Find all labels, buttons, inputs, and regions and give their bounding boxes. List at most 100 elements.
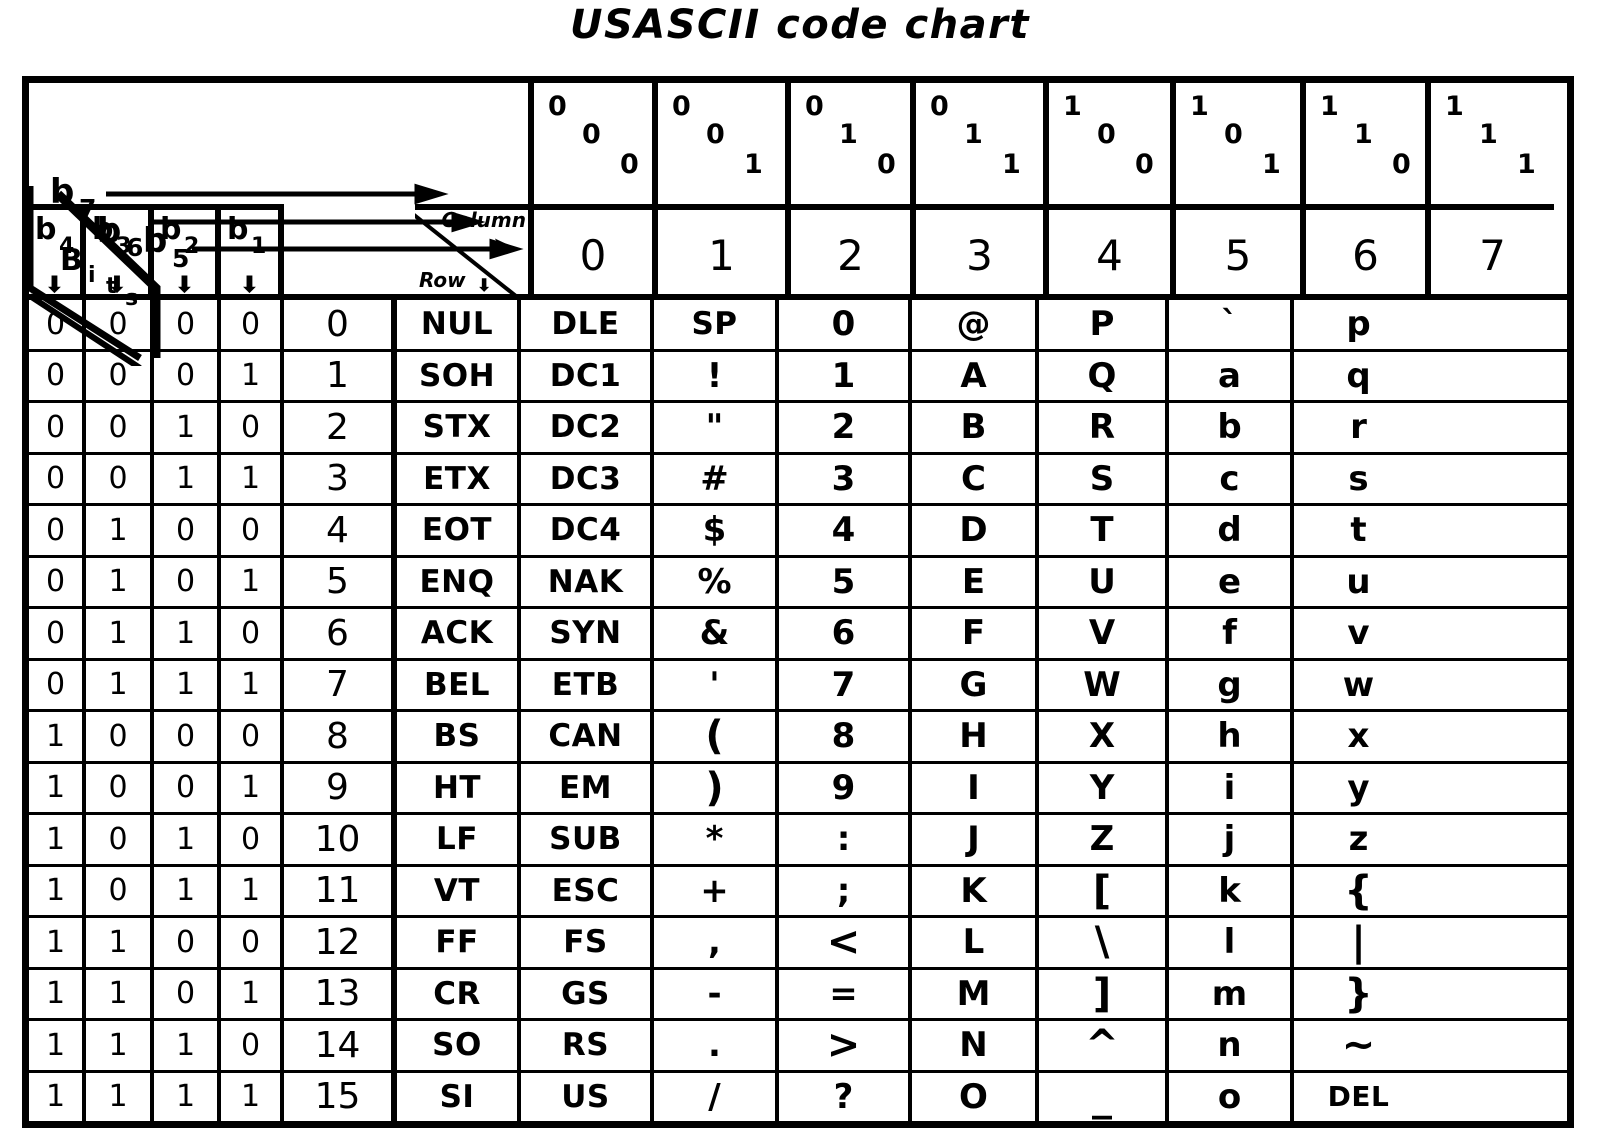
column-bit-b6: 0 (1224, 119, 1243, 150)
down-arrow-icon: ⬇ (175, 272, 194, 297)
ascii-cell: C (912, 454, 1039, 503)
table-row: 1 0 0 1 9 HT EM) 9 I Yi y (29, 763, 1567, 815)
ascii-cell: % (654, 557, 779, 606)
row-bit-value-b2: 1 (154, 1021, 221, 1070)
ascii-cell: e (1169, 557, 1294, 606)
ascii-cell: z (1348, 819, 1369, 860)
column-bitpattern-cell: 000 (528, 83, 652, 204)
row-number-cell: 4 (284, 506, 397, 555)
row-bit-value-b3: 0 (86, 351, 154, 400)
column-number-cell: 3 (910, 210, 1043, 300)
row-number-cell: 14 (284, 1021, 397, 1070)
row-bit-value-b2: 1 (154, 609, 221, 658)
table-row: 1 0 1 1 11 VT ESC +; K[k{ (29, 866, 1567, 918)
column-row-corner-cell: Column ➤ Row ⬇ (415, 204, 528, 294)
row-bit-value-b1: 1 (221, 1072, 284, 1121)
ascii-cell: NAK (521, 557, 654, 606)
row-bit-value-b3: 1 (86, 506, 154, 555)
ascii-cell: G (912, 660, 1039, 709)
ascii-cell: A (912, 351, 1039, 400)
ascii-cell: c (1169, 454, 1294, 503)
table-row: 0 0 0 0 0 NUL DLE SP 0 @ P ` p (29, 300, 1567, 352)
row-bit-subscript: 2 (184, 234, 200, 259)
column-bit-b7: 1 (1320, 91, 1339, 122)
row-bit-value-b1: 0 (221, 506, 284, 555)
column-bit-b5: 0 (620, 149, 639, 180)
column-number-cell: 1 (652, 210, 785, 300)
row-bit-value-b2: 1 (154, 454, 221, 503)
ascii-cell: 4 (779, 506, 912, 555)
row-number-cell: 1 (284, 351, 397, 400)
ascii-cell: H (912, 712, 1039, 761)
ascii-cell: @ (912, 300, 1039, 349)
ascii-cell: K (912, 866, 1039, 915)
column-bitpattern-cell: 110 (1300, 83, 1425, 204)
ascii-cell: CAN (521, 712, 654, 761)
column-number-cell: 2 (785, 210, 910, 300)
down-arrow-icon: ⬇ (107, 272, 127, 297)
ascii-cell: ` (1169, 300, 1294, 349)
row-bit-value-b3: 1 (86, 969, 154, 1018)
column-number-cell: 0 (528, 210, 652, 300)
row-number-cell: 5 (284, 557, 397, 606)
row-bit-header-b3: b 3 ⬇ (86, 210, 154, 300)
row-bit-value-b1: 1 (221, 351, 284, 400)
table-row: 1 0 0 0 8 BS CAN(8 H Xh x (29, 712, 1567, 764)
column-bit-b6: 1 (1479, 119, 1498, 150)
table-row: 0 0 1 0 2 STX DC2 " 2 B Rb r (29, 403, 1567, 455)
ascii-cell: Q (1039, 351, 1169, 400)
row-bit-value-b4: 1 (29, 815, 86, 864)
ascii-cell: Z (1039, 815, 1169, 864)
ascii-cell: FF (397, 918, 521, 967)
ascii-cell: SOH (397, 351, 521, 400)
ascii-cell: g (1169, 660, 1294, 709)
table-row: 1 1 1 1 15 SI US /? O _ o DEL (29, 1072, 1567, 1121)
column-bitpattern-header: 000001010011100101110111 (528, 83, 1554, 204)
column-bit-b6: 1 (839, 119, 858, 150)
row-bit-value-b3: 0 (86, 866, 154, 915)
down-arrow-icon: ⬇ (240, 272, 259, 297)
table-border-bottom (22, 1121, 1574, 1128)
row-bit-value-b3: 1 (86, 609, 154, 658)
ascii-cell: ) (654, 763, 779, 812)
table-border-right (1567, 76, 1574, 1128)
row-bit-value-b4: 0 (29, 557, 86, 606)
row-bit-value-b4: 0 (29, 351, 86, 400)
row-bit-value-b2: 1 (154, 815, 221, 864)
ascii-cell: DC3 (521, 454, 654, 503)
page-title: USASCII code chart (569, 2, 1030, 48)
column-bit-b7: 1 (1063, 91, 1082, 122)
table-row: 0 1 1 0 6 ACK SYN & 6 F Vf v (29, 609, 1567, 661)
row-bit-value-b3: 1 (86, 1021, 154, 1070)
row-bit-value-b2: 0 (154, 300, 221, 349)
row-bit-subscript: 4 (59, 234, 75, 259)
ascii-cell: d (1169, 506, 1294, 555)
column-bit-b6: 0 (706, 119, 725, 150)
column-bit-b6: 0 (1097, 119, 1116, 150)
ascii-cell: J (912, 815, 1039, 864)
row-number-cell: 8 (284, 712, 397, 761)
ascii-cell: HT (397, 763, 521, 812)
row-number-cell: 2 (284, 403, 397, 452)
column-bit-b6: 0 (582, 119, 601, 150)
row-bit-value-b1: 0 (221, 1021, 284, 1070)
column-bit-b5: 0 (877, 149, 896, 180)
row-bit-value-b4: 0 (29, 403, 86, 452)
ascii-cell: VT (397, 866, 521, 915)
row-bit-value-b1: 1 (221, 557, 284, 606)
ascii-cell: BEL (397, 660, 521, 709)
row-bit-value-b1: 0 (221, 918, 284, 967)
ascii-cell: = (779, 969, 912, 1018)
row-bit-value-b4: 0 (29, 660, 86, 709)
row-bit-value-b3: 1 (86, 660, 154, 709)
ascii-cell: DC1 (521, 351, 654, 400)
row-number-cell: 15 (284, 1072, 397, 1121)
row-bit-header-b1: b 1 ⬇ (221, 210, 284, 300)
ascii-cell: DLE (521, 300, 654, 349)
row-bit-value-b3: 0 (86, 763, 154, 812)
row-bit-letter: b (160, 212, 182, 247)
table-border-left (22, 76, 29, 1128)
ascii-cell: SUB (521, 815, 654, 864)
row-bit-value-b1: 1 (221, 454, 284, 503)
column-bitpattern-cell: 111 (1425, 83, 1554, 204)
